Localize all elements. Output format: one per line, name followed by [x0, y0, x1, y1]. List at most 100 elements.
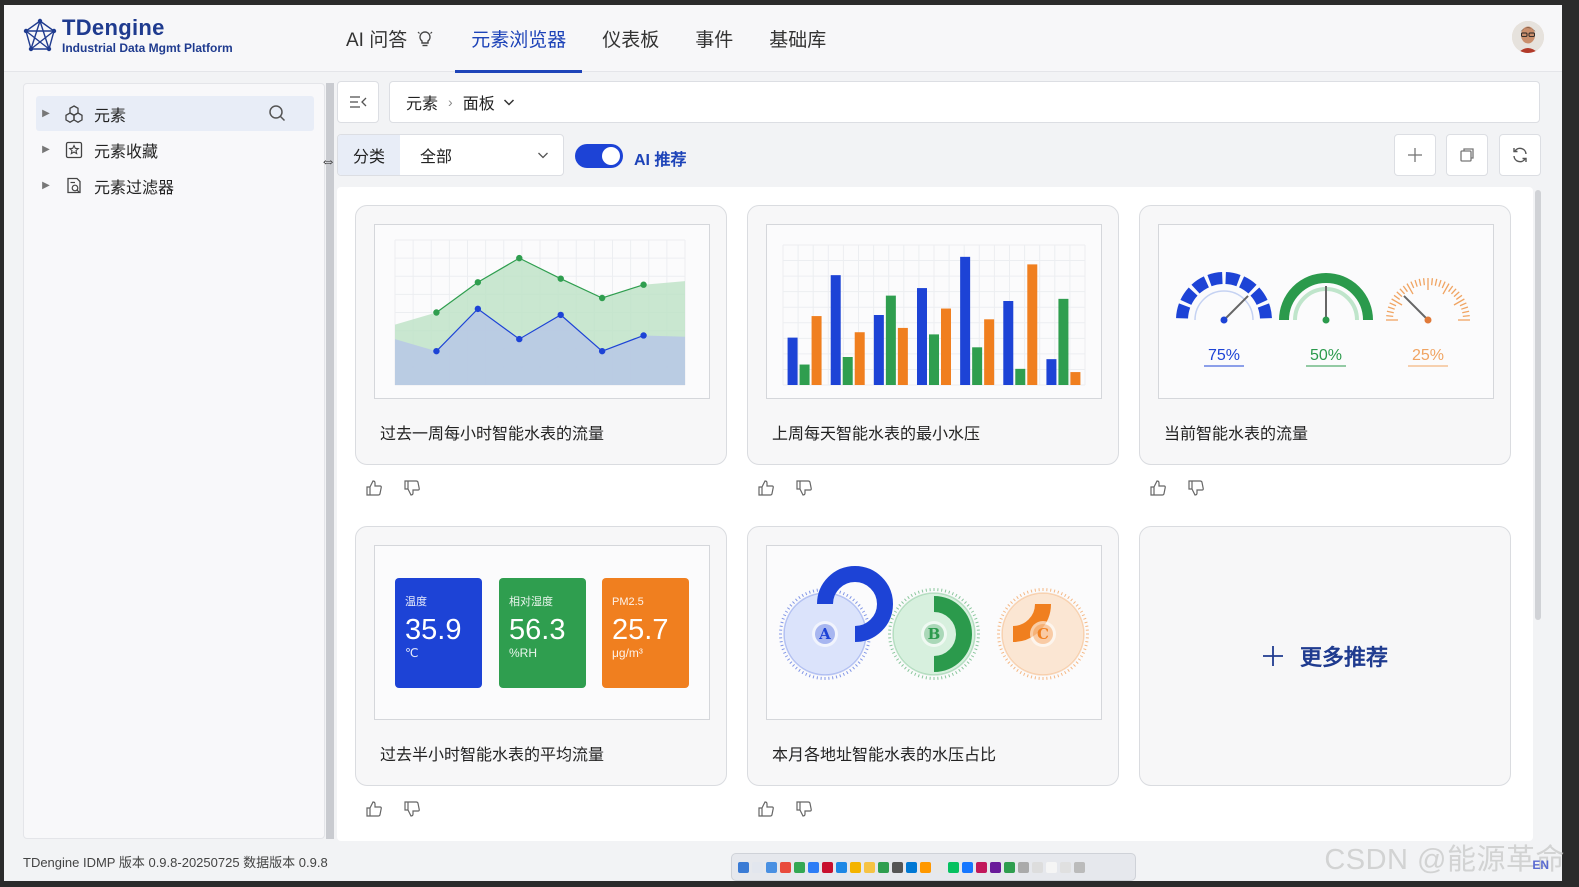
ai-recommend-label: AI 推荐: [634, 152, 687, 169]
ring-tick: [795, 598, 798, 602]
tree-item-favorites[interactable]: ▶ 元素收藏: [36, 132, 314, 167]
nav-dashboard[interactable]: 仪表板: [586, 5, 675, 72]
thumbs-down-icon[interactable]: [795, 479, 813, 497]
kpi-label: PM2.5: [612, 596, 644, 608]
ring-tick: [1010, 664, 1013, 667]
dock-app-icon[interactable]: [794, 861, 805, 873]
gauge-tick: [1410, 281, 1415, 289]
dock-app-icon[interactable]: [878, 861, 889, 873]
input-language-indicator[interactable]: EN: [1532, 858, 1549, 872]
dock-app-icon[interactable]: [1018, 861, 1029, 873]
dock-app-icon[interactable]: [1004, 861, 1015, 873]
dock-app-icon[interactable]: [934, 861, 945, 873]
nav-events[interactable]: 事件: [679, 5, 749, 72]
thumbs-up-icon[interactable]: [365, 800, 383, 818]
kpi-unit: μg/m³: [612, 646, 643, 660]
ring-tick: [1070, 598, 1073, 602]
dock-app-icon[interactable]: [822, 861, 833, 873]
ring-tick: [955, 593, 958, 598]
tree-item-elements[interactable]: ▶ 元素: [36, 96, 314, 131]
breadcrumb-root[interactable]: 元素: [406, 90, 438, 114]
bar: [842, 357, 853, 385]
ring-tick: [1084, 621, 1088, 624]
category-select[interactable]: 全部: [400, 135, 563, 175]
gauge-tick: [1418, 278, 1422, 286]
ai-recommend-toggle[interactable]: [575, 144, 623, 168]
logo[interactable]: TDengine Industrial Data Mgmt Platform: [22, 17, 233, 55]
dock-app-icon[interactable]: [962, 861, 973, 873]
caret-right-icon[interactable]: ▶: [36, 180, 56, 191]
dock-app-icon[interactable]: [752, 861, 763, 873]
refresh-button[interactable]: [1499, 134, 1541, 176]
search-icon[interactable]: [268, 104, 286, 122]
thumbs-down-icon[interactable]: [403, 800, 421, 818]
main-nav: AI 问答 元素浏览器 仪表板 事件 基础库: [330, 5, 846, 73]
ring-tick: [859, 607, 863, 610]
ring-tick: [787, 658, 791, 661]
nav-ai-qa[interactable]: AI 问答: [330, 5, 451, 72]
panel-card-min-pressure[interactable]: 上周每天智能水表的最小水压: [747, 205, 1119, 465]
dock-app-icon[interactable]: [1046, 861, 1057, 873]
caret-right-icon[interactable]: ▶: [36, 108, 56, 119]
caret-right-icon[interactable]: ▶: [36, 144, 56, 155]
dock-app-icon[interactable]: [808, 861, 819, 873]
dock-app-icon[interactable]: [948, 861, 959, 873]
ring-tick: [966, 661, 970, 664]
dock-app-icon[interactable]: [990, 861, 1001, 873]
panel-card-avg-flow[interactable]: 温度 35.9 ℃ 相对湿度 56.3 %RH PM2.5 25.7 μg/m³: [355, 526, 727, 786]
dock-app-icon[interactable]: [976, 861, 987, 873]
ring-tick: [890, 617, 894, 620]
dock-app-icon[interactable]: [906, 861, 917, 873]
panel-card-current-flow[interactable]: 75% 50% 25% 当前智能水表的流量: [1139, 205, 1511, 465]
copy-button[interactable]: [1446, 134, 1488, 176]
bar-chart: [782, 244, 1086, 386]
ring-tick: [914, 672, 917, 676]
thumbs-up-icon[interactable]: [1149, 479, 1167, 497]
gauge-segment: [1191, 276, 1210, 294]
ring-tick: [974, 648, 978, 651]
thumbs-down-icon[interactable]: [403, 479, 421, 497]
ring-tick: [792, 601, 795, 604]
ring-tick: [998, 644, 1002, 647]
dock-app-icon[interactable]: [1032, 861, 1043, 873]
ring-tick: [805, 592, 808, 596]
dock-app-icon[interactable]: [864, 861, 875, 873]
content-scrollbar[interactable]: [1535, 190, 1541, 620]
panel-card-flow-week[interactable]: 过去一周每小时智能水表的流量: [355, 205, 727, 465]
dock-app-icon[interactable]: [1074, 861, 1085, 873]
ring-tick: [925, 676, 928, 680]
thumbs-down-icon[interactable]: [1187, 479, 1205, 497]
panel-card-pressure-share[interactable]: A B C 本月各地址智能水表的水压占比: [747, 526, 1119, 786]
ring-tick: [914, 592, 917, 596]
dock-app-icon[interactable]: [766, 861, 777, 873]
dock-app-icon[interactable]: [780, 861, 791, 873]
ring-tick: [849, 596, 852, 600]
ring-tick: [789, 604, 793, 607]
thumbs-up-icon[interactable]: [365, 479, 383, 497]
thumbs-down-icon[interactable]: [795, 800, 813, 818]
dock-app-icon[interactable]: [836, 861, 847, 873]
ring-tick: [846, 670, 849, 675]
add-button[interactable]: [1394, 134, 1436, 176]
ring-tick: [1001, 614, 1005, 617]
version-info: TDengine IDMP 版本 0.9.8-20250725 数据版本 0.9…: [23, 855, 328, 870]
dock-app-icon[interactable]: [920, 861, 931, 873]
chevron-down-icon[interactable]: [503, 96, 515, 108]
logo-subtitle: Industrial Data Mgmt Platform: [62, 41, 233, 55]
nav-library[interactable]: 基础库: [753, 5, 842, 72]
more-recommendations-card[interactable]: 更多推荐: [1139, 526, 1511, 786]
thumbs-up-icon[interactable]: [757, 479, 775, 497]
user-avatar[interactable]: [1512, 21, 1544, 53]
dock-app-icon[interactable]: [1060, 861, 1071, 873]
dock-app-icon[interactable]: [850, 861, 861, 873]
dock-app-icon[interactable]: [892, 861, 903, 873]
ring-tick: [1049, 676, 1052, 680]
collapse-sidebar-button[interactable]: [337, 81, 379, 123]
breadcrumb-current[interactable]: 面板: [463, 90, 495, 114]
dock-app-icon[interactable]: [738, 861, 749, 873]
thumbs-up-icon[interactable]: [757, 800, 775, 818]
gauge-tick: [1396, 291, 1403, 298]
tree-item-filters[interactable]: ▶ 元素过滤器: [36, 168, 314, 203]
nav-element-browser[interactable]: 元素浏览器: [455, 5, 583, 73]
sidebar-splitter[interactable]: [326, 83, 334, 839]
